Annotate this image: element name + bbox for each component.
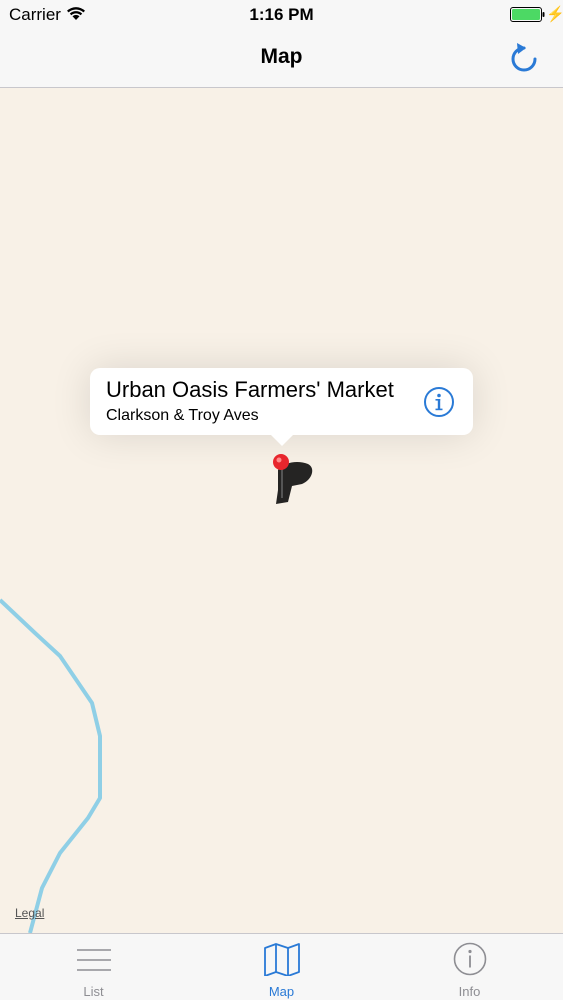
status-time: 1:16 PM: [249, 5, 314, 24]
battery-icon: [510, 7, 546, 28]
status-bar: Carrier 1:16 PM ⚡: [0, 0, 563, 30]
navigation-bar: Map: [0, 30, 563, 88]
tab-map-label: Map: [268, 984, 295, 999]
charging-bolt-icon: ⚡: [546, 6, 563, 23]
tab-map[interactable]: Map: [188, 934, 375, 1000]
refresh-icon: [511, 43, 537, 72]
list-icon: [77, 949, 111, 971]
tab-list-label: List: [83, 984, 104, 999]
screen: Carrier 1:16 PM ⚡ Map Urban Oasis Farmer…: [0, 0, 563, 1000]
callout-info-button[interactable]: [423, 386, 455, 418]
tab-list[interactable]: List: [0, 934, 187, 1000]
tab-bar: List Map Info: [0, 933, 563, 1000]
info-icon: [453, 942, 487, 976]
info-icon: [424, 387, 454, 417]
callout-arrow: [270, 434, 294, 446]
page-title: Map: [260, 45, 303, 68]
refresh-button[interactable]: [505, 40, 543, 78]
map-view[interactable]: Urban Oasis Farmers' Market Clarkson & T…: [0, 88, 563, 933]
callout-subtitle: Clarkson & Troy Aves: [106, 407, 259, 424]
annotation-callout[interactable]: Urban Oasis Farmers' Market Clarkson & T…: [90, 368, 473, 446]
pin-icon: [273, 454, 313, 504]
map-icon: [264, 943, 300, 976]
tab-info-label: Info: [458, 984, 481, 999]
tab-info[interactable]: Info: [376, 934, 563, 1000]
river-line: [0, 598, 102, 933]
legal-link[interactable]: Legal: [15, 906, 44, 920]
map-pin[interactable]: [270, 452, 316, 508]
callout-title: Urban Oasis Farmers' Market: [106, 377, 394, 402]
